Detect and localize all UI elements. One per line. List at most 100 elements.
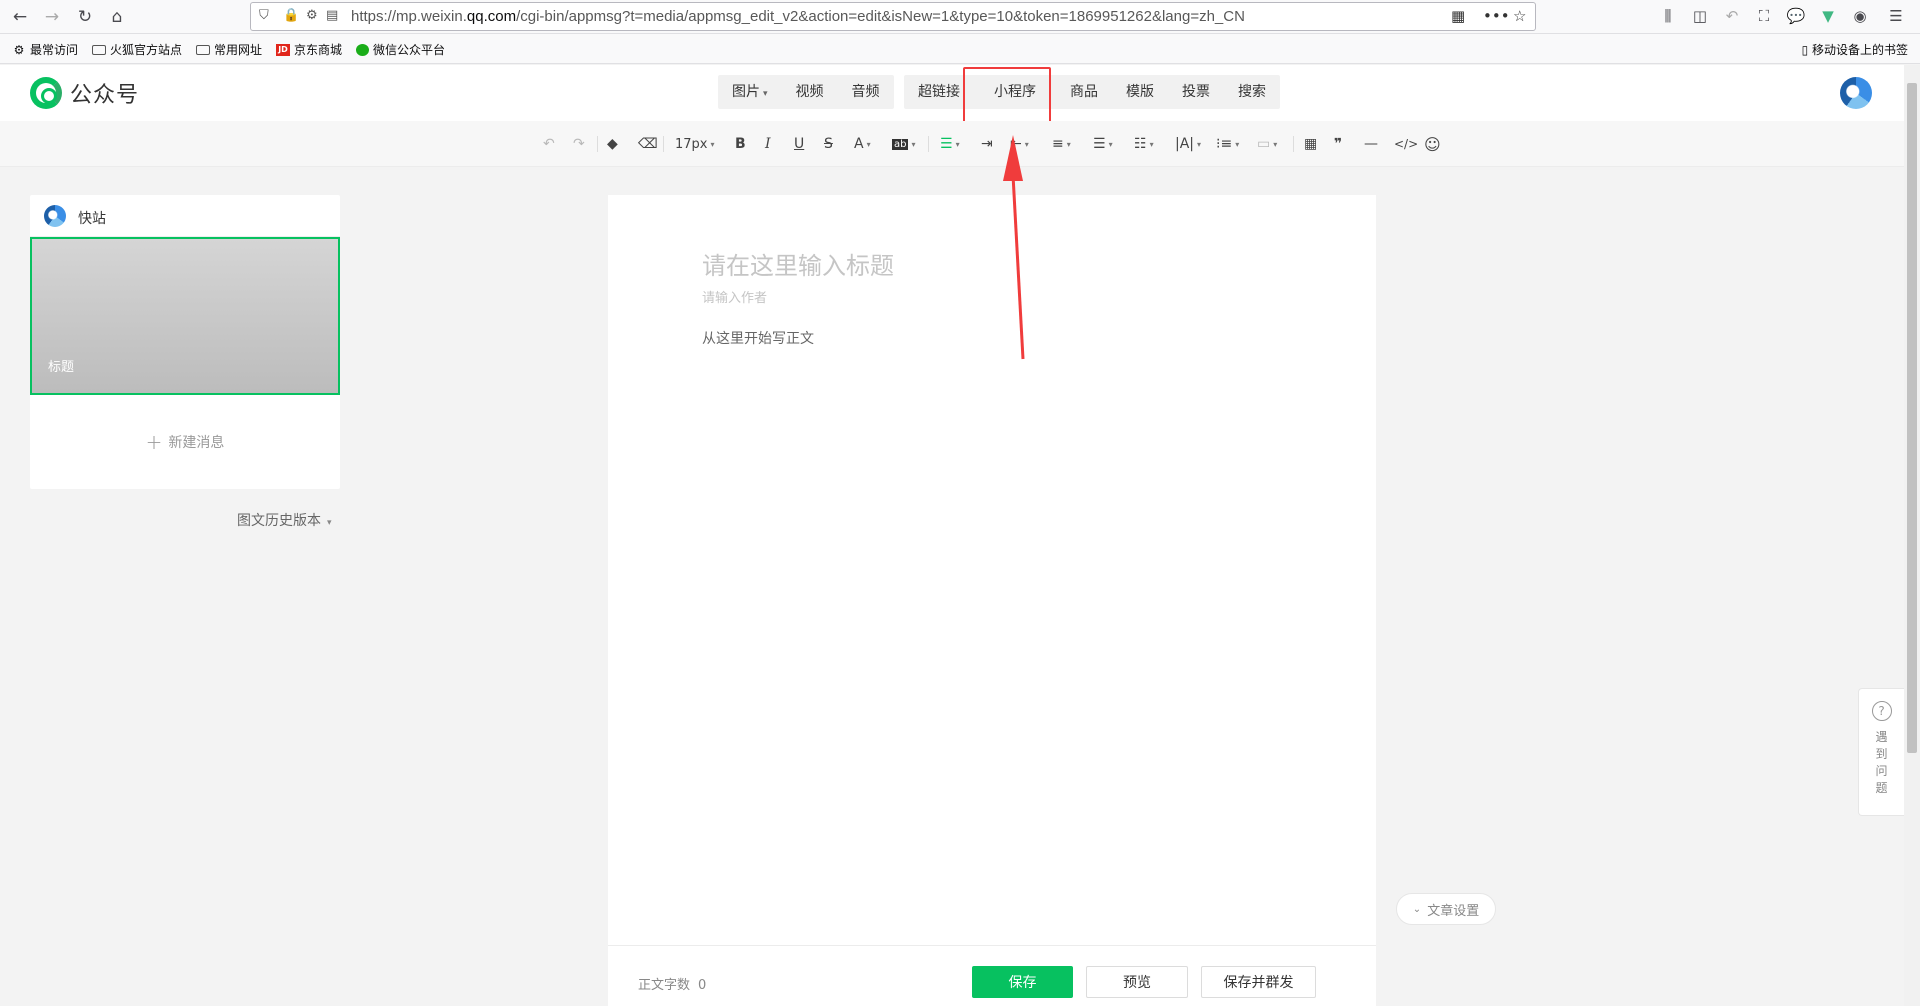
screenshot-icon[interactable]: ⛶ xyxy=(1754,7,1774,25)
emoji-icon[interactable]: ☺ xyxy=(1424,134,1441,154)
browser-toolbar: ← → ↻ ⌂ ⛉ 🔒 ⚙ ▤ https://mp.weixin.qq.com… xyxy=(0,0,1920,34)
article-cover-card[interactable]: 标题 xyxy=(30,237,340,395)
paragraph-spacing-icon[interactable]: ☰ ▾ xyxy=(1093,134,1113,154)
star-icon[interactable]: ☆ xyxy=(1513,7,1526,25)
bookmark-mobile[interactable]: ▯ 移动设备上的书签 xyxy=(1802,41,1908,58)
caret-down-icon: ▾ xyxy=(1108,139,1113,149)
logo[interactable]: 公众号 xyxy=(30,77,139,109)
caret-down-icon: ▾ xyxy=(866,139,871,149)
more-icon[interactable]: ••• xyxy=(1483,7,1510,25)
tool-image[interactable]: 图片 ▾ xyxy=(718,75,782,109)
word-count: 正文字数 0 xyxy=(638,974,706,993)
tool-mini-program[interactable]: 小程序 xyxy=(974,75,1056,109)
back-icon[interactable]: ← xyxy=(8,5,32,29)
article-list-panel: 快站 标题 + 新建消息 xyxy=(30,195,340,489)
tool-search[interactable]: 搜索 xyxy=(1224,75,1280,109)
preview-button[interactable]: 预览 xyxy=(1086,966,1188,998)
tool-template[interactable]: 模版 xyxy=(1112,75,1168,109)
save-button[interactable]: 保存 xyxy=(972,966,1073,998)
strikethrough-icon[interactable]: S xyxy=(824,134,833,154)
font-size-select[interactable]: 17px ▾ xyxy=(675,134,715,154)
divider xyxy=(1293,136,1294,152)
float-icon[interactable]: ▭ ▾ xyxy=(1257,134,1277,154)
sidebar-icon[interactable]: ◫ xyxy=(1690,7,1710,25)
scroll-thumb[interactable] xyxy=(1907,83,1917,753)
background-color-icon[interactable]: ab ▾ xyxy=(892,134,916,154)
code-icon[interactable]: </> xyxy=(1394,134,1418,154)
gear-icon: ⚙ xyxy=(13,42,25,57)
logo-text: 公众号 xyxy=(70,83,140,108)
word-count-label: 正文字数 xyxy=(638,978,691,993)
cover-title: 标题 xyxy=(48,360,75,375)
tool-audio[interactable]: 音频 xyxy=(838,75,894,109)
article-settings-button[interactable]: ⌄ 文章设置 xyxy=(1396,893,1496,925)
scrollbar[interactable] xyxy=(1904,65,1920,1006)
caret-down-icon: ▾ xyxy=(710,139,715,149)
url-text[interactable]: https://mp.weixin.qq.com/cgi-bin/appmsg?… xyxy=(351,8,1245,25)
forward-icon[interactable]: → xyxy=(40,5,64,29)
redo-icon[interactable]: ↷ xyxy=(573,134,585,154)
media-tool-group: 图片 ▾ 视频 音频 xyxy=(718,75,894,109)
account-icon[interactable]: ◉ xyxy=(1850,7,1870,25)
list-icon[interactable]: ⁝≡ ▾ xyxy=(1216,134,1239,154)
outdent-icon[interactable]: ⇤ ▾ xyxy=(1010,134,1029,154)
shield-icon[interactable]: ⛉ xyxy=(259,8,269,23)
bookmark-most-visited[interactable]: ⚙ 最常访问 xyxy=(12,41,78,58)
home-icon[interactable]: ⌂ xyxy=(105,5,129,29)
format-painter-icon[interactable]: ◆ xyxy=(607,134,618,154)
line-spacing-icon[interactable]: ≡ ▾ xyxy=(1052,134,1071,154)
bookmark-firefox-sites[interactable]: 火狐官方站点 xyxy=(92,41,182,58)
bookmark-common-sites[interactable]: 常用网址 xyxy=(196,41,262,58)
bold-icon[interactable]: B xyxy=(735,134,746,154)
tool-hyperlink[interactable]: 超链接 xyxy=(904,75,974,109)
library-icon[interactable]: ⫼ xyxy=(1658,7,1678,25)
avatar[interactable] xyxy=(1840,77,1872,109)
underline-icon[interactable]: U xyxy=(794,134,804,154)
save-and-send-button[interactable]: 保存并群发 xyxy=(1201,966,1316,998)
table-icon[interactable]: ▦ xyxy=(1304,134,1317,154)
new-message-button[interactable]: + 新建消息 xyxy=(30,395,340,489)
account-header: 快站 xyxy=(30,195,340,237)
divider xyxy=(928,136,929,152)
url-bar[interactable]: ⛉ 🔒 ⚙ ▤ https://mp.weixin.qq.com/cgi-bin… xyxy=(250,2,1536,31)
url-suffix: /cgi-bin/appmsg?t=media/appmsg_edit_v2&a… xyxy=(516,8,1245,25)
permissions-icon[interactable]: ⚙ xyxy=(306,8,318,23)
font-color-icon[interactable]: A ▾ xyxy=(854,134,871,154)
menu-icon[interactable]: ☰ xyxy=(1886,7,1906,25)
tool-video[interactable]: 视频 xyxy=(782,75,838,109)
body-input[interactable]: 从这里开始写正文 xyxy=(702,328,814,348)
caret-down-icon: ▾ xyxy=(911,139,916,149)
line-height-icon[interactable]: ☷ ▾ xyxy=(1134,134,1154,154)
title-input[interactable]: 请在这里输入标题 xyxy=(702,246,894,281)
caret-down-icon: ▾ xyxy=(1273,139,1278,149)
tool-vote[interactable]: 投票 xyxy=(1168,75,1224,109)
align-justify-icon[interactable]: ☰ ▾ xyxy=(940,134,960,154)
history-versions-dropdown[interactable]: 图文历史版本 ▾ xyxy=(237,510,332,530)
help-widget[interactable]: ? 遇到问题 xyxy=(1858,688,1904,816)
page-icon: ▤ xyxy=(326,8,339,23)
chevron-down-icon: ⌄ xyxy=(1412,903,1422,915)
bookmark-wechat-mp[interactable]: 微信公众平台 xyxy=(356,41,445,58)
highlight-swatch: ab xyxy=(892,138,909,150)
clear-format-icon[interactable]: ⌫ xyxy=(638,134,658,154)
divider xyxy=(597,136,598,152)
insert-tool-group: 超链接 小程序 商品 模版 投票 搜索 xyxy=(904,75,1280,109)
chat-icon[interactable]: 💬 xyxy=(1786,7,1806,25)
bookmark-jd[interactable]: JD 京东商城 xyxy=(276,41,342,58)
reload-icon[interactable]: ↻ xyxy=(73,5,97,29)
author-input[interactable]: 请输入作者 xyxy=(702,287,767,306)
word-count-value: 0 xyxy=(698,978,707,993)
letter-spacing-icon[interactable]: |A| ▾ xyxy=(1175,134,1201,154)
vue-icon[interactable]: ▼ xyxy=(1818,7,1838,25)
italic-icon[interactable]: I xyxy=(765,134,771,154)
horizontal-rule-icon[interactable]: — xyxy=(1364,134,1378,154)
tool-product[interactable]: 商品 xyxy=(1056,75,1112,109)
indent-icon[interactable]: ⇥ xyxy=(981,134,993,154)
qrcode-icon[interactable]: ▦ xyxy=(1451,7,1465,25)
new-message-label: 新建消息 xyxy=(168,435,225,451)
font-size-value: 17px xyxy=(675,136,708,152)
undo-close-icon[interactable]: ↶ xyxy=(1722,7,1742,25)
lock-icon[interactable]: 🔒 xyxy=(283,8,299,23)
undo-icon[interactable]: ↶ xyxy=(543,134,555,154)
quote-icon[interactable]: ❞ xyxy=(1334,134,1342,154)
